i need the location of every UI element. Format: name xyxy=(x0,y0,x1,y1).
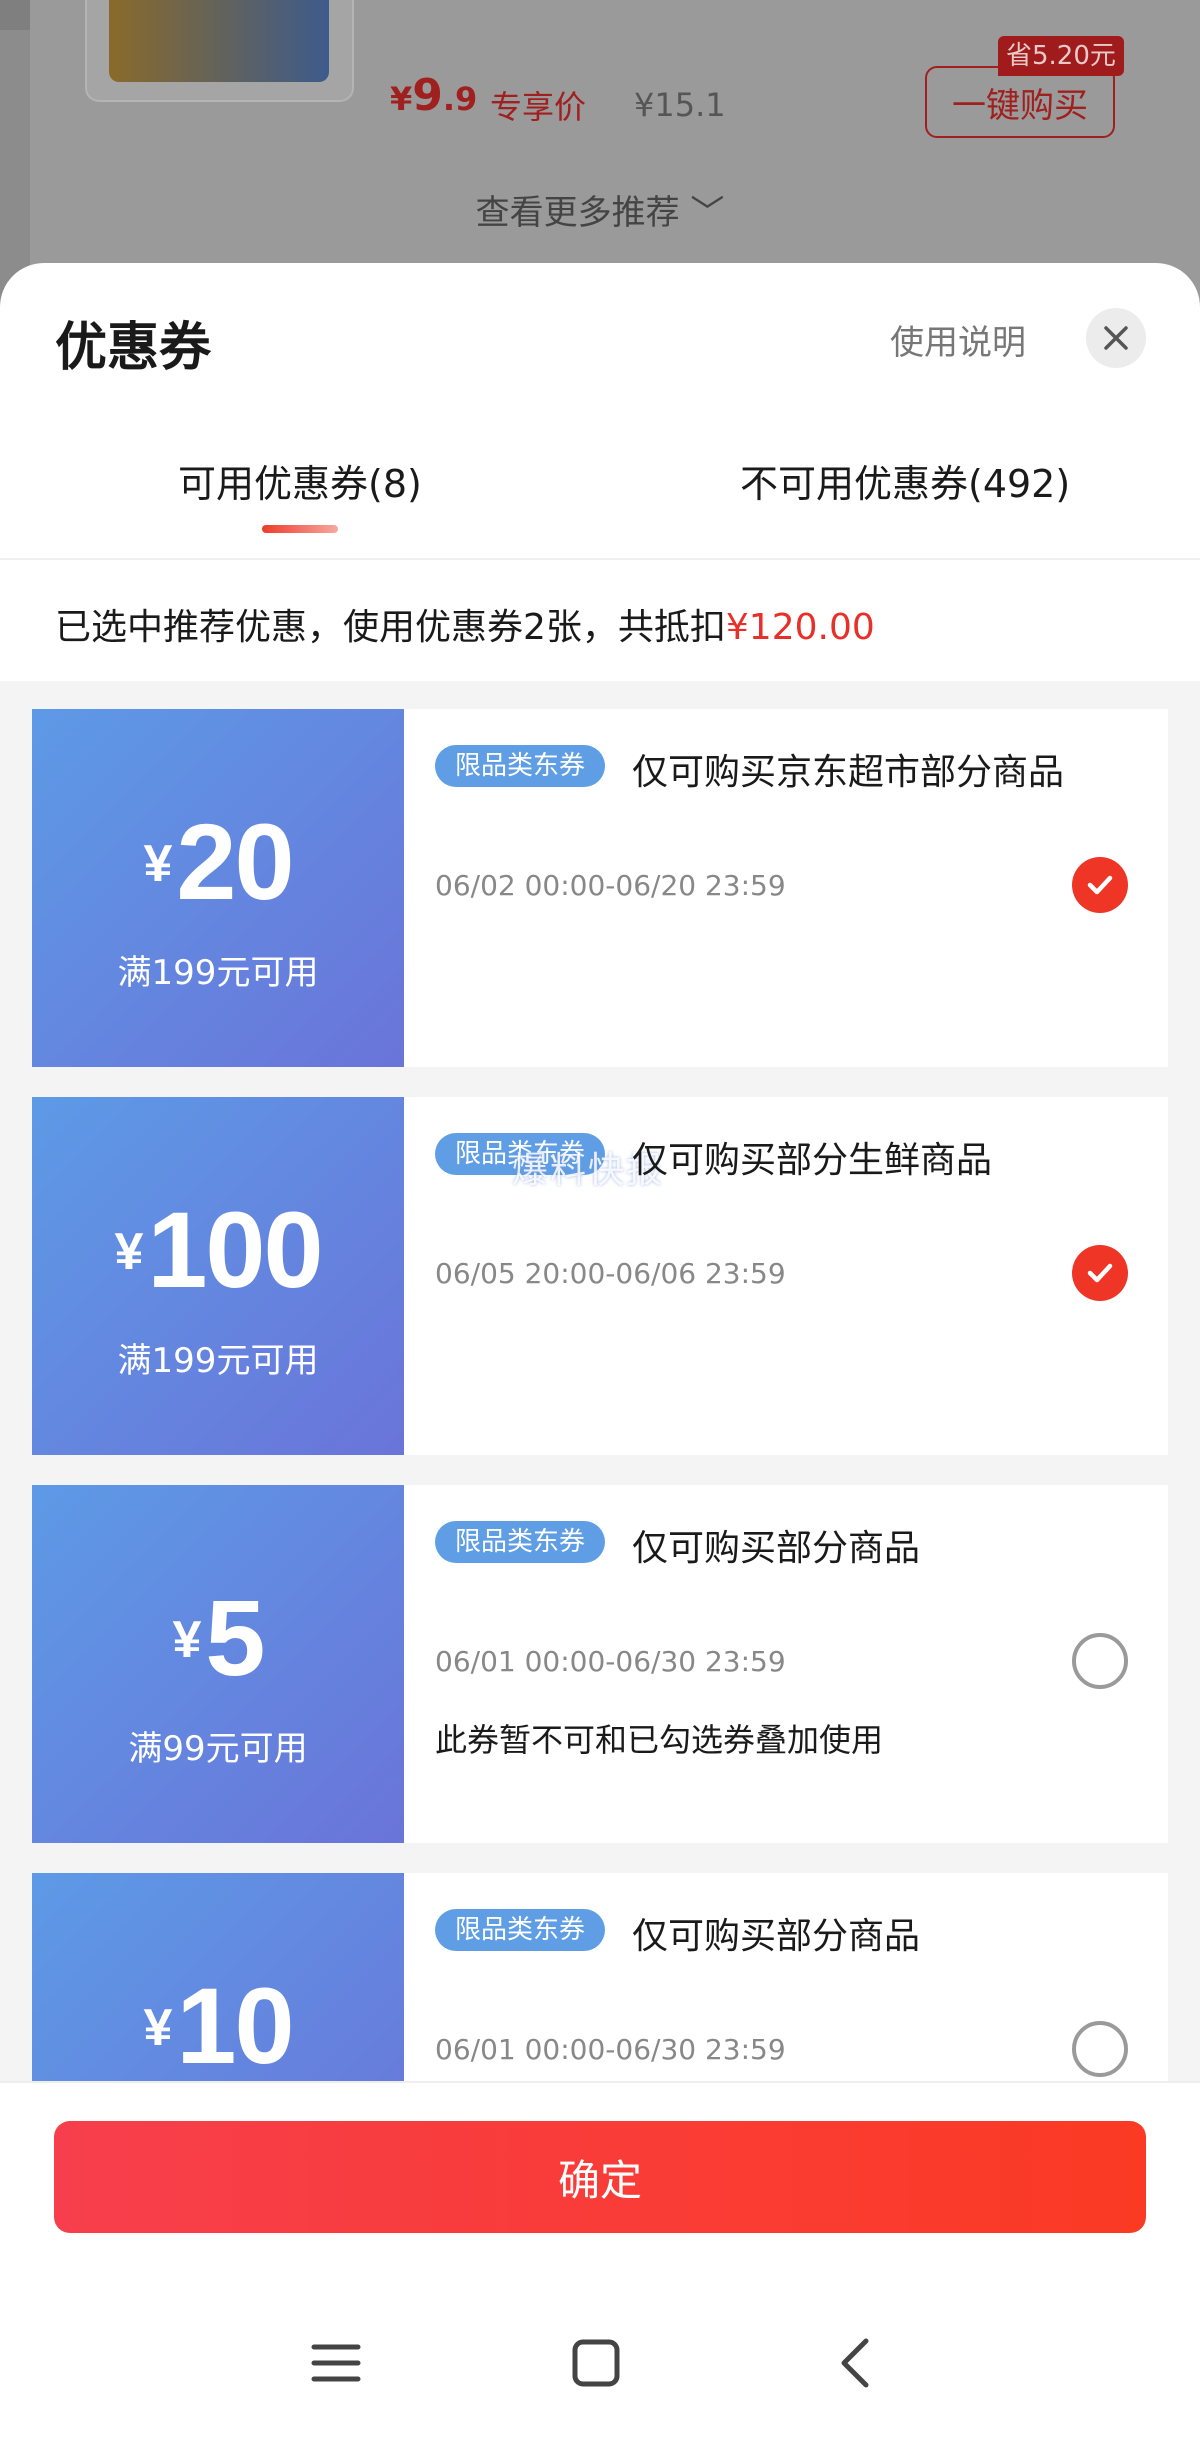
confirm-button[interactable]: 确定 xyxy=(54,2121,1146,2233)
nav-back-button[interactable] xyxy=(816,2323,896,2403)
system-nav-bar xyxy=(0,2293,1200,2439)
close-icon xyxy=(1104,326,1128,350)
check-icon xyxy=(1087,1263,1113,1283)
coupon-checkbox[interactable] xyxy=(1072,1245,1128,1301)
coupon-scope: 仅可购买部分生鲜商品 xyxy=(632,1140,993,1181)
coupon-value-panel: ¥20 满199元可用 xyxy=(26,709,404,1067)
coupon-validity: 06/01 00:00-06/30 23:59 xyxy=(435,2033,786,2066)
coupon-tabs: 可用优惠券(8) 不可用优惠券(492) xyxy=(0,453,1200,560)
coupon-checkbox[interactable] xyxy=(1072,857,1128,913)
coupon-card[interactable]: ¥100 满199元可用 限品类东券 爆料快报 仅可购买部分生鲜商品 06/05… xyxy=(26,1097,1168,1455)
coupon-list[interactable]: ¥20 满199元可用 限品类东券 仅可购买京东超市部分商品 06/02 00:… xyxy=(0,681,1200,2231)
coupon-condition: 满99元可用 xyxy=(128,1729,308,1769)
coupon-type-tag: 限品类东券 xyxy=(435,1909,606,1951)
usage-instructions-link[interactable]: 使用说明 xyxy=(890,315,1026,364)
nav-home-button[interactable] xyxy=(556,2323,636,2403)
summary-text: 已选中推荐优惠，使用优惠券2张，共抵扣 xyxy=(55,607,726,648)
product-thumbnail xyxy=(85,0,354,102)
tab-available[interactable]: 可用优惠券(8) xyxy=(178,453,422,508)
coupon-checkbox[interactable] xyxy=(1072,1633,1128,1689)
coupon-amount: ¥20 xyxy=(143,801,294,922)
coupon-validity: 06/05 20:00-06/06 23:59 xyxy=(435,1257,786,1290)
coupon-card[interactable]: ¥20 满199元可用 限品类东券 仅可购买京东超市部分商品 06/02 00:… xyxy=(26,709,1168,1067)
coupon-scope: 仅可购买部分商品 xyxy=(632,1528,921,1569)
coupon-validity: 06/01 00:00-06/30 23:59 xyxy=(435,1645,786,1678)
more-recommend-link[interactable]: 查看更多推荐 ﹀ xyxy=(0,185,1200,234)
summary-amount: ¥120.00 xyxy=(725,607,875,648)
coupon-amount: ¥10 xyxy=(143,1965,294,2086)
sheet-title: 优惠券 xyxy=(55,318,212,378)
coupon-amount: ¥100 xyxy=(114,1189,323,1310)
coupon-validity: 06/02 00:00-06/20 23:59 xyxy=(435,869,786,902)
buy-now-button[interactable]: 一键购买 xyxy=(925,66,1115,138)
coupon-card[interactable]: ¥5 满99元可用 限品类东券 仅可购买部分商品 06/01 00:00-06/… xyxy=(26,1485,1168,1843)
coupon-value-panel: ¥5 满99元可用 xyxy=(26,1485,404,1843)
original-price: ¥15.1 xyxy=(634,86,726,124)
coupon-amount: ¥5 xyxy=(172,1577,266,1698)
coupon-condition: 满199元可用 xyxy=(117,953,319,993)
coupon-condition: 满199元可用 xyxy=(117,1341,319,1381)
home-icon xyxy=(572,2339,620,2387)
product-price: ¥9.9 xyxy=(390,70,478,121)
nav-menu-button[interactable] xyxy=(296,2323,376,2403)
check-icon xyxy=(1087,875,1113,895)
active-tab-indicator xyxy=(262,525,338,533)
exclusive-price-label: 专享价 xyxy=(490,88,587,126)
close-button[interactable] xyxy=(1086,308,1146,368)
discount-summary: 已选中推荐优惠，使用优惠券2张，共抵扣¥120.00 xyxy=(55,598,875,650)
back-icon xyxy=(841,2338,869,2388)
save-amount-badge: 省5.20元 xyxy=(998,36,1124,76)
coupon-checkbox[interactable] xyxy=(1072,2021,1128,2077)
coupon-type-tag: 限品类东券 xyxy=(435,1521,606,1563)
coupon-scope: 仅可购买部分商品 xyxy=(632,1916,921,1957)
coupon-scope: 仅可购买京东超市部分商品 xyxy=(632,752,1065,793)
coupon-stacking-note: 此券暂不可和已勾选券叠加使用 xyxy=(435,1721,884,1759)
coupon-type-tag: 限品类东券 xyxy=(435,745,606,787)
coupon-sheet: 优惠券 使用说明 可用优惠券(8) 不可用优惠券(492) 已选中推荐优惠，使用… xyxy=(0,263,1200,2439)
menu-icon xyxy=(311,2344,361,2382)
tab-unavailable[interactable]: 不可用优惠券(492) xyxy=(740,453,1070,508)
coupon-value-panel: ¥100 满199元可用 xyxy=(26,1097,404,1455)
